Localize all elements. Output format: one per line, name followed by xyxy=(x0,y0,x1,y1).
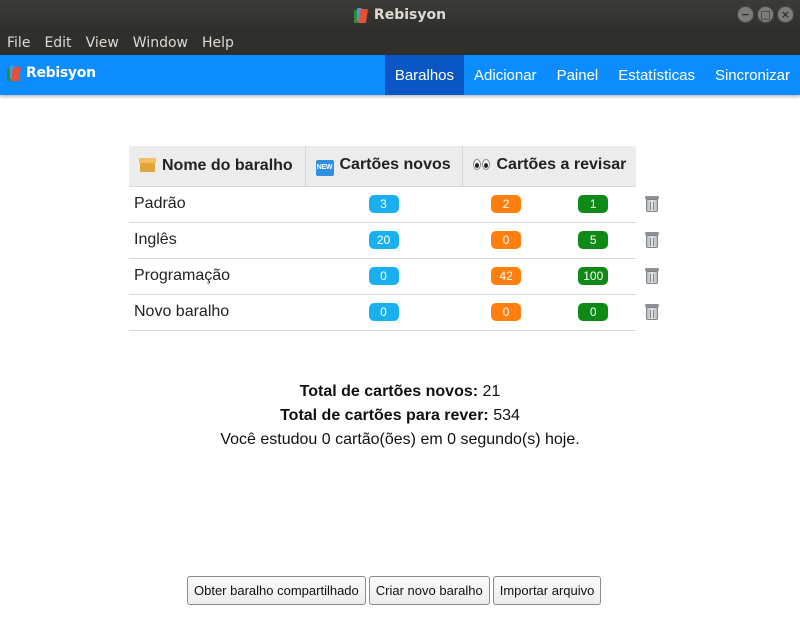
trash-icon[interactable] xyxy=(644,231,660,249)
table-row[interactable]: Padrão 3 2 1 xyxy=(129,186,672,223)
new-count-badge: 0 xyxy=(368,303,399,321)
new-icon: NEW xyxy=(315,159,334,176)
table-row[interactable]: Novo baralho 0 0 0 xyxy=(129,294,672,331)
nav-links: Baralhos Adicionar Painel Estatísticas S… xyxy=(384,55,800,95)
eyes-icon xyxy=(472,157,491,175)
trash-icon[interactable] xyxy=(644,195,660,213)
nav-estatisticas[interactable]: Estatísticas xyxy=(608,55,705,95)
brand-name: Rebisyon xyxy=(26,65,96,81)
review-count-badge: 1 xyxy=(578,195,609,213)
menu-file[interactable]: File xyxy=(7,35,30,51)
package-icon xyxy=(139,157,156,172)
trash-icon[interactable] xyxy=(644,267,660,285)
brand[interactable]: Rebisyon xyxy=(7,65,96,81)
books-icon xyxy=(353,7,368,23)
learning-count-badge: 2 xyxy=(491,195,522,213)
menu-view[interactable]: View xyxy=(86,35,119,51)
menu-edit[interactable]: Edit xyxy=(44,35,71,51)
menu-window[interactable]: Window xyxy=(133,35,188,51)
review-count-badge: 100 xyxy=(578,267,609,285)
window-title: Rebisyon xyxy=(373,7,447,23)
learning-count-badge: 0 xyxy=(491,231,522,249)
nav-sincronizar[interactable]: Sincronizar xyxy=(705,55,800,95)
menu-help[interactable]: Help xyxy=(202,35,234,51)
review-count-badge: 5 xyxy=(578,231,609,249)
nav-painel[interactable]: Painel xyxy=(547,55,609,95)
new-count-badge: 20 xyxy=(368,231,399,249)
action-buttons: Obter baralho compartilhado Criar novo b… xyxy=(187,576,602,605)
study-summary: Total de cartões novos: 21 Total de cart… xyxy=(0,380,800,452)
learning-count-badge: 42 xyxy=(491,267,522,285)
create-deck-button[interactable]: Criar novo baralho xyxy=(368,576,490,605)
total-review-value: 534 xyxy=(493,407,520,424)
window-controls: − □ × xyxy=(737,6,794,23)
nav-adicionar[interactable]: Adicionar xyxy=(464,55,547,95)
deck-table: Nome do baralho NEW Cartões novos Cartões… xyxy=(129,146,673,331)
total-new-line: Total de cartões novos: 21 xyxy=(299,383,501,400)
deck-name[interactable]: Programação xyxy=(129,258,305,295)
header-new-cards: NEW Cartões novos xyxy=(304,146,462,187)
review-count-badge: 0 xyxy=(578,303,609,321)
window-titlebar[interactable]: Rebisyon − □ × xyxy=(0,0,800,30)
new-count-badge: 0 xyxy=(368,267,399,285)
header-deck-name: Nome do baralho xyxy=(129,146,305,187)
trash-icon[interactable] xyxy=(644,303,660,321)
table-row[interactable]: Inglês 20 0 5 xyxy=(129,222,672,259)
nav-baralhos[interactable]: Baralhos xyxy=(384,55,465,95)
table-header-row: Nome do baralho NEW Cartões novos Cartões… xyxy=(129,146,673,187)
close-button[interactable]: × xyxy=(777,6,794,23)
studied-today-text: Você estudou 0 cartão(ões) em 0 segundo(… xyxy=(220,431,580,448)
total-new-value: 21 xyxy=(482,383,501,400)
import-file-button[interactable]: Importar arquivo xyxy=(492,576,602,605)
menubar: File Edit View Window Help xyxy=(0,30,800,55)
table-row[interactable]: Programação 0 42 100 xyxy=(129,258,672,295)
books-icon xyxy=(7,65,21,81)
learning-count-badge: 0 xyxy=(491,303,522,321)
minimize-button[interactable]: − xyxy=(737,6,754,23)
deck-name[interactable]: Novo baralho xyxy=(129,294,305,331)
app-navbar: Rebisyon Baralhos Adicionar Painel Estat… xyxy=(0,55,800,95)
header-review-cards: Cartões a revisar xyxy=(461,146,637,187)
maximize-button[interactable]: □ xyxy=(757,6,774,23)
deck-name[interactable]: Padrão xyxy=(129,186,305,223)
total-review-line: Total de cartões para rever: 534 xyxy=(280,407,520,424)
deck-name[interactable]: Inglês xyxy=(129,222,305,259)
get-shared-deck-button[interactable]: Obter baralho compartilhado xyxy=(187,576,366,605)
new-count-badge: 3 xyxy=(368,195,399,213)
